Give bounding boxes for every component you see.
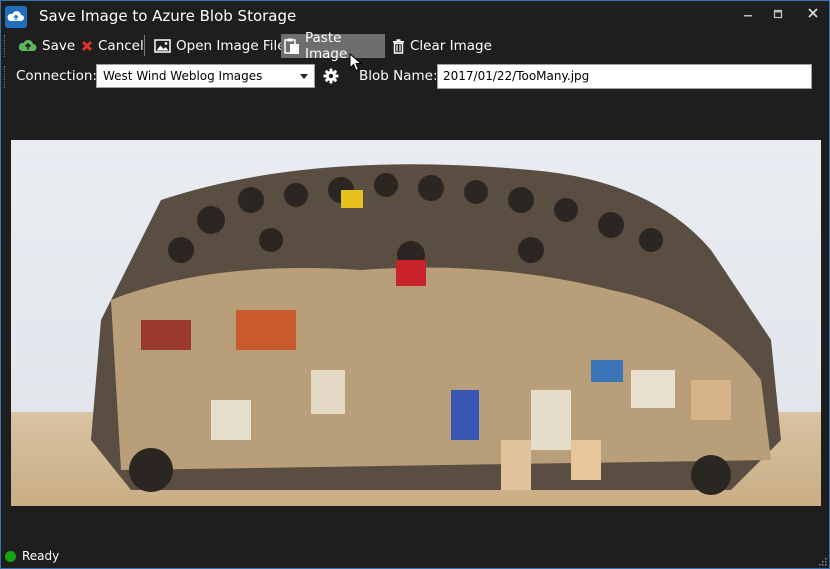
toolbar-grip[interactable] [4,66,8,88]
toolbar: Save Cancel Open Image File Paste Image … [1,30,829,62]
save-button[interactable]: Save [16,34,78,58]
clear-image-label: Clear Image [410,38,492,54]
blob-name-value: 2017/01/22/TooMany.jpg [443,69,590,83]
open-image-file-button[interactable]: Open Image File [151,34,289,58]
paste-image-button[interactable]: Paste Image [281,30,385,62]
truck-photo [11,140,821,506]
cancel-button[interactable]: Cancel [78,34,147,58]
mouse-pointer-icon [349,53,363,72]
cancel-label: Cancel [98,38,144,54]
cancel-x-icon [81,40,93,52]
status-bar: Ready [5,549,59,563]
minimize-icon[interactable] [733,5,763,27]
cloud-upload-icon [5,6,27,28]
window-title: Save Image to Azure Blob Storage [39,7,297,25]
app-window: Save Image to Azure Blob Storage Save Ca… [0,0,830,569]
toolbar-grip[interactable] [4,35,8,57]
status-indicator-icon [5,550,16,562]
cloud-save-icon [19,39,37,51]
gear-icon[interactable] [323,68,339,84]
resize-grip-icon[interactable] [817,556,827,566]
connection-label: Connection: [16,68,97,84]
clear-image-button[interactable]: Clear Image [389,34,495,58]
chevron-down-icon [300,74,308,79]
toolbar-separator [144,35,145,56]
blob-name-label: Blob Name: [359,68,438,84]
image-file-icon [154,39,171,53]
trash-icon [393,38,404,54]
connection-dropdown[interactable]: West Wind Weblog Images [96,64,315,88]
status-text: Ready [22,549,60,563]
image-preview [11,140,821,506]
paste-clipboard-icon [284,38,299,54]
paste-image-label: Paste Image [305,30,348,62]
connection-toolbar: Connection: West Wind Weblog Images Blob… [1,62,829,92]
title-bar[interactable]: Save Image to Azure Blob Storage [1,1,829,32]
connection-value: West Wind Weblog Images [103,69,263,83]
blob-name-input[interactable]: 2017/01/22/TooMany.jpg [437,64,812,89]
save-label: Save [42,38,76,54]
open-image-file-label: Open Image File [176,38,286,54]
maximize-icon[interactable] [763,5,793,27]
close-icon[interactable] [798,5,828,27]
